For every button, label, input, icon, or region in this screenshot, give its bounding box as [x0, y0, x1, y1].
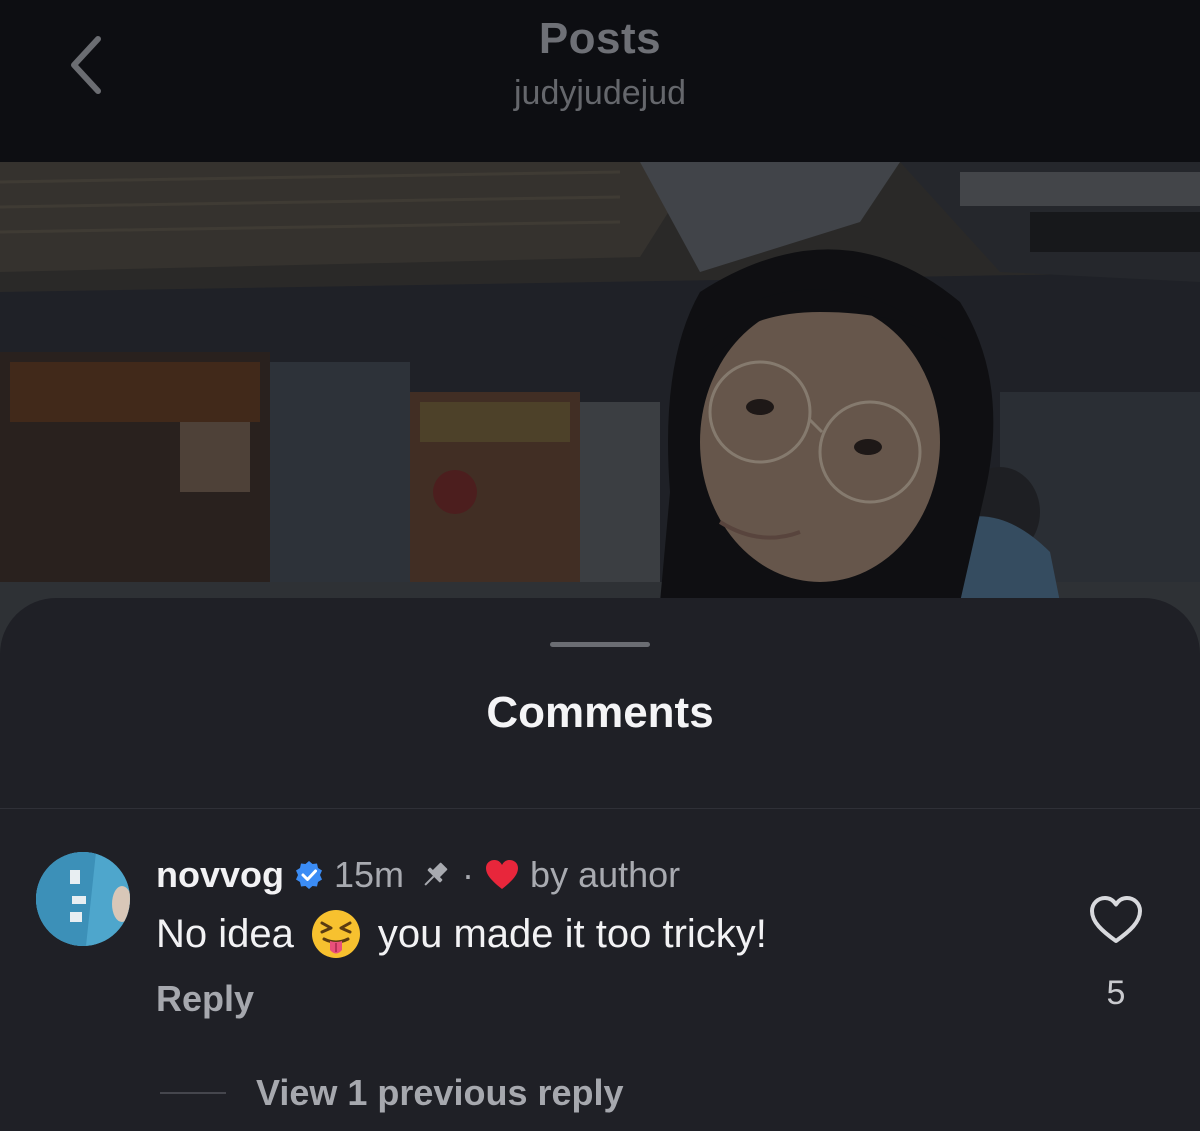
comments-title: Comments	[486, 688, 714, 737]
squinting-tongue-emoji-icon	[310, 908, 362, 960]
liked-by-author-label: by author	[530, 854, 681, 895]
avatar-image	[36, 852, 130, 946]
comment-username[interactable]: novvog	[156, 854, 284, 896]
heart-outline-icon	[1090, 896, 1142, 943]
meta-separator: ·	[462, 854, 475, 895]
comment-text: No idea you made it too tricky!	[156, 904, 767, 964]
like-count: 5	[1106, 974, 1126, 1012]
sheet-drag-handle[interactable]	[550, 642, 650, 647]
comment-item: novvog 15m · by author No idea you made …	[0, 848, 1200, 1048]
like-button[interactable]	[1088, 894, 1144, 946]
view-previous-reply-button[interactable]: View 1 previous reply	[160, 1072, 624, 1114]
avatar[interactable]	[36, 852, 130, 946]
comment-meta: novvog 15m · by author	[156, 852, 680, 898]
author-heart-icon	[484, 857, 520, 893]
comment-text-part-2: you made it too tricky!	[377, 911, 767, 956]
comment-timestamp: 15m	[334, 854, 405, 895]
divider	[0, 808, 1200, 809]
page-subtitle-username[interactable]: judyjudejud	[0, 74, 1200, 113]
page-title: Posts	[538, 14, 662, 63]
reply-thread-line	[160, 1092, 226, 1094]
reply-button[interactable]: Reply	[156, 978, 254, 1020]
top-header: Posts judyjudejud	[0, 0, 1200, 162]
comments-sheet: Comments novvog 15m · by author No idea …	[0, 598, 1200, 1131]
verified-badge-icon	[294, 860, 324, 890]
comment-text-part-1: No idea	[156, 911, 294, 956]
pin-icon	[418, 858, 452, 892]
view-previous-reply-label: View 1 previous reply	[256, 1072, 624, 1113]
